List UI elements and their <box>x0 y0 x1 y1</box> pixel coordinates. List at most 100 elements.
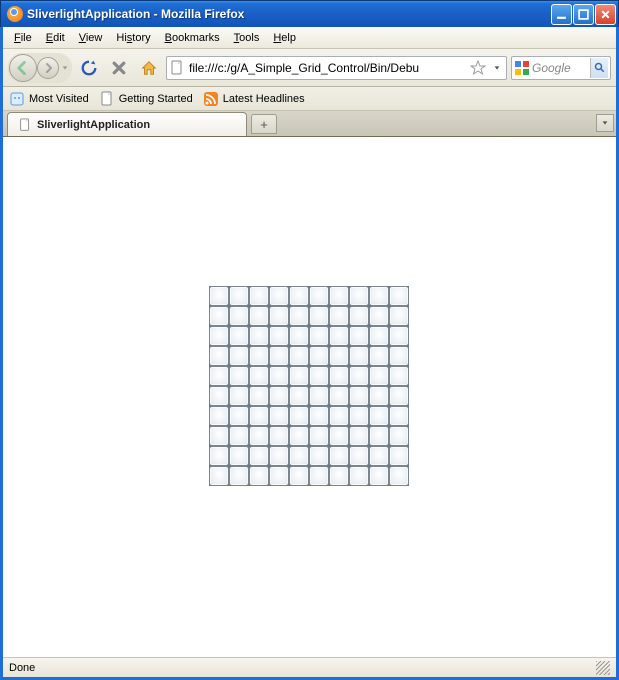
grid-cell[interactable] <box>269 286 289 306</box>
grid-cell[interactable] <box>209 406 229 426</box>
grid-cell[interactable] <box>249 426 269 446</box>
grid-cell[interactable] <box>209 446 229 466</box>
grid-cell[interactable] <box>349 406 369 426</box>
grid-cell[interactable] <box>249 306 269 326</box>
grid-cell[interactable] <box>329 326 349 346</box>
grid-cell[interactable] <box>369 446 389 466</box>
bookmark-most-visited[interactable]: Most Visited <box>9 91 89 107</box>
grid-cell[interactable] <box>309 426 329 446</box>
grid-cell[interactable] <box>209 326 229 346</box>
grid-cell[interactable] <box>289 306 309 326</box>
grid-cell[interactable] <box>369 406 389 426</box>
grid-cell[interactable] <box>289 346 309 366</box>
grid-cell[interactable] <box>349 346 369 366</box>
grid-cell[interactable] <box>289 406 309 426</box>
menu-history[interactable]: History <box>109 30 157 46</box>
bookmark-latest-headlines[interactable]: Latest Headlines <box>203 91 305 107</box>
grid-cell[interactable] <box>369 326 389 346</box>
new-tab-button[interactable]: + <box>251 114 277 134</box>
minimize-button[interactable] <box>551 4 572 25</box>
grid-cell[interactable] <box>269 446 289 466</box>
grid-cell[interactable] <box>369 386 389 406</box>
grid-cell[interactable] <box>309 366 329 386</box>
tab-active[interactable]: SliverlightApplication <box>7 112 247 136</box>
forward-button[interactable] <box>37 57 59 79</box>
grid-cell[interactable] <box>269 346 289 366</box>
grid-cell[interactable] <box>269 386 289 406</box>
grid-cell[interactable] <box>309 466 329 486</box>
grid-cell[interactable] <box>229 426 249 446</box>
grid-cell[interactable] <box>309 406 329 426</box>
grid-cell[interactable] <box>349 386 369 406</box>
bookmark-getting-started[interactable]: Getting Started <box>99 91 193 107</box>
grid-cell[interactable] <box>289 286 309 306</box>
grid-cell[interactable] <box>329 466 349 486</box>
menu-view[interactable]: View <box>72 30 110 46</box>
grid-cell[interactable] <box>229 446 249 466</box>
grid-cell[interactable] <box>269 466 289 486</box>
grid-cell[interactable] <box>269 366 289 386</box>
grid-cell[interactable] <box>329 406 349 426</box>
grid-cell[interactable] <box>249 386 269 406</box>
grid-cell[interactable] <box>289 326 309 346</box>
maximize-button[interactable] <box>573 4 594 25</box>
grid-cell[interactable] <box>309 306 329 326</box>
grid-cell[interactable] <box>349 426 369 446</box>
search-go-button[interactable] <box>590 58 608 78</box>
grid-cell[interactable] <box>269 306 289 326</box>
grid-cell[interactable] <box>309 446 329 466</box>
grid-cell[interactable] <box>229 346 249 366</box>
grid-cell[interactable] <box>209 306 229 326</box>
grid-cell[interactable] <box>349 286 369 306</box>
grid-cell[interactable] <box>249 326 269 346</box>
menu-edit[interactable]: Edit <box>39 30 72 46</box>
grid-cell[interactable] <box>249 286 269 306</box>
grid-cell[interactable] <box>389 386 409 406</box>
grid-cell[interactable] <box>229 326 249 346</box>
grid-cell[interactable] <box>309 286 329 306</box>
menu-help[interactable]: Help <box>266 30 303 46</box>
grid-cell[interactable] <box>369 286 389 306</box>
grid-cell[interactable] <box>389 406 409 426</box>
grid-cell[interactable] <box>289 366 309 386</box>
grid-cell[interactable] <box>249 446 269 466</box>
menu-file[interactable]: File <box>7 30 39 46</box>
grid-cell[interactable] <box>369 306 389 326</box>
grid-cell[interactable] <box>209 286 229 306</box>
grid-cell[interactable] <box>209 346 229 366</box>
grid-cell[interactable] <box>229 366 249 386</box>
grid-cell[interactable] <box>349 366 369 386</box>
url-dropdown[interactable] <box>490 64 504 72</box>
grid-cell[interactable] <box>329 366 349 386</box>
grid-cell[interactable] <box>229 466 249 486</box>
grid-cell[interactable] <box>329 386 349 406</box>
grid-cell[interactable] <box>389 366 409 386</box>
grid-cell[interactable] <box>349 466 369 486</box>
history-dropdown[interactable] <box>59 64 71 72</box>
grid-cell[interactable] <box>309 386 329 406</box>
grid-cell[interactable] <box>389 306 409 326</box>
grid-cell[interactable] <box>389 446 409 466</box>
grid-cell[interactable] <box>369 426 389 446</box>
search-box[interactable]: Google <box>511 56 611 80</box>
grid-cell[interactable] <box>289 446 309 466</box>
grid-cell[interactable] <box>329 346 349 366</box>
menu-tools[interactable]: Tools <box>227 30 267 46</box>
grid-cell[interactable] <box>289 386 309 406</box>
grid-cell[interactable] <box>389 426 409 446</box>
grid-cell[interactable] <box>389 326 409 346</box>
reload-button[interactable] <box>76 55 102 81</box>
grid-cell[interactable] <box>289 466 309 486</box>
grid-cell[interactable] <box>329 286 349 306</box>
grid-cell[interactable] <box>249 466 269 486</box>
stop-button[interactable] <box>106 55 132 81</box>
grid-cell[interactable] <box>349 306 369 326</box>
menu-bookmarks[interactable]: Bookmarks <box>158 30 227 46</box>
back-button[interactable] <box>9 54 37 82</box>
url-input[interactable] <box>189 58 466 78</box>
grid-cell[interactable] <box>249 406 269 426</box>
grid-cell[interactable] <box>349 326 369 346</box>
grid-cell[interactable] <box>369 366 389 386</box>
grid-cell[interactable] <box>249 366 269 386</box>
grid-cell[interactable] <box>209 386 229 406</box>
